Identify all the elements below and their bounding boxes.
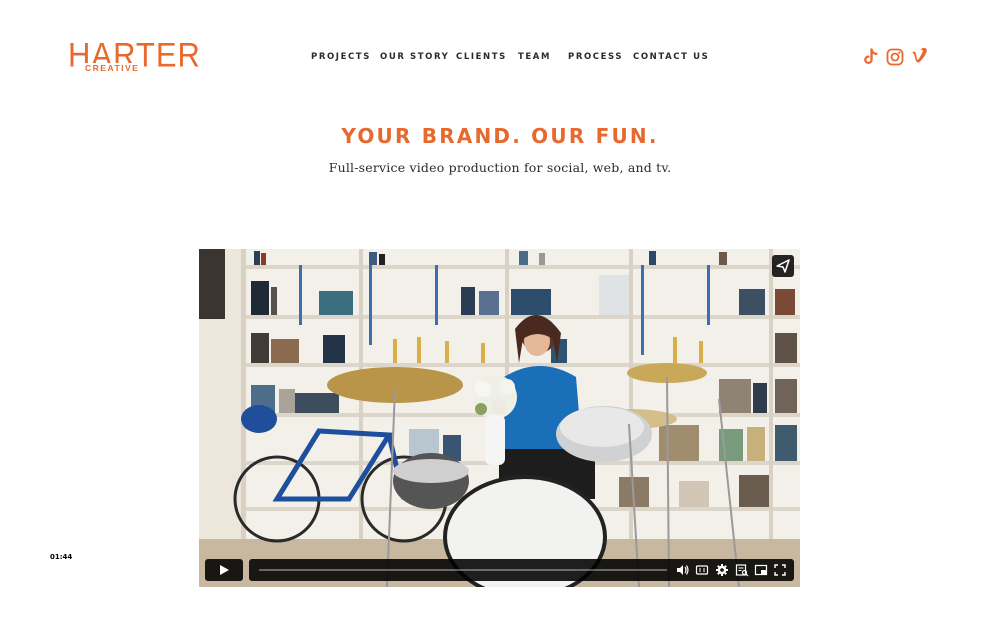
video-player[interactable] — [199, 249, 800, 587]
tiktok-icon[interactable] — [861, 47, 881, 67]
nav-item-process[interactable]: PROCESS — [568, 52, 623, 62]
play-button[interactable] — [205, 559, 243, 581]
duration-tooltip: 01:44 — [47, 551, 76, 564]
main-nav: PROJECTS OUR STORY CLIENTS TEAM PROCESS … — [0, 52, 1000, 66]
hero-subtitle: Full-service video production for social… — [328, 160, 672, 175]
pip-icon[interactable] — [754, 563, 768, 577]
volume-icon[interactable] — [675, 563, 689, 577]
share-icon — [776, 259, 790, 273]
captions-icon[interactable] — [695, 563, 709, 577]
hero-title: YOUR BRAND. OUR FUN. — [341, 124, 659, 148]
nav-item-our-story[interactable]: OUR STORY — [380, 52, 449, 62]
settings-icon[interactable] — [715, 563, 729, 577]
vimeo-icon[interactable] — [909, 47, 929, 67]
instagram-icon[interactable] — [885, 47, 905, 67]
video-controls — [205, 559, 794, 581]
nav-item-clients[interactable]: CLIENTS — [456, 52, 507, 62]
control-bar — [249, 559, 794, 581]
progress-bar[interactable] — [259, 569, 667, 571]
nav-item-team[interactable]: TEAM — [518, 52, 551, 62]
nav-item-contact-us[interactable]: CONTACT US — [633, 52, 709, 62]
transcript-icon[interactable] — [735, 563, 749, 577]
nav-item-projects[interactable]: PROJECTS — [311, 52, 371, 62]
fullscreen-icon[interactable] — [773, 563, 787, 577]
video-frame — [199, 249, 800, 587]
share-button[interactable] — [772, 255, 794, 277]
site-header: HARTER CREATIVE PROJECTS OUR STORY CLIEN… — [0, 0, 1000, 110]
play-icon — [220, 565, 229, 575]
